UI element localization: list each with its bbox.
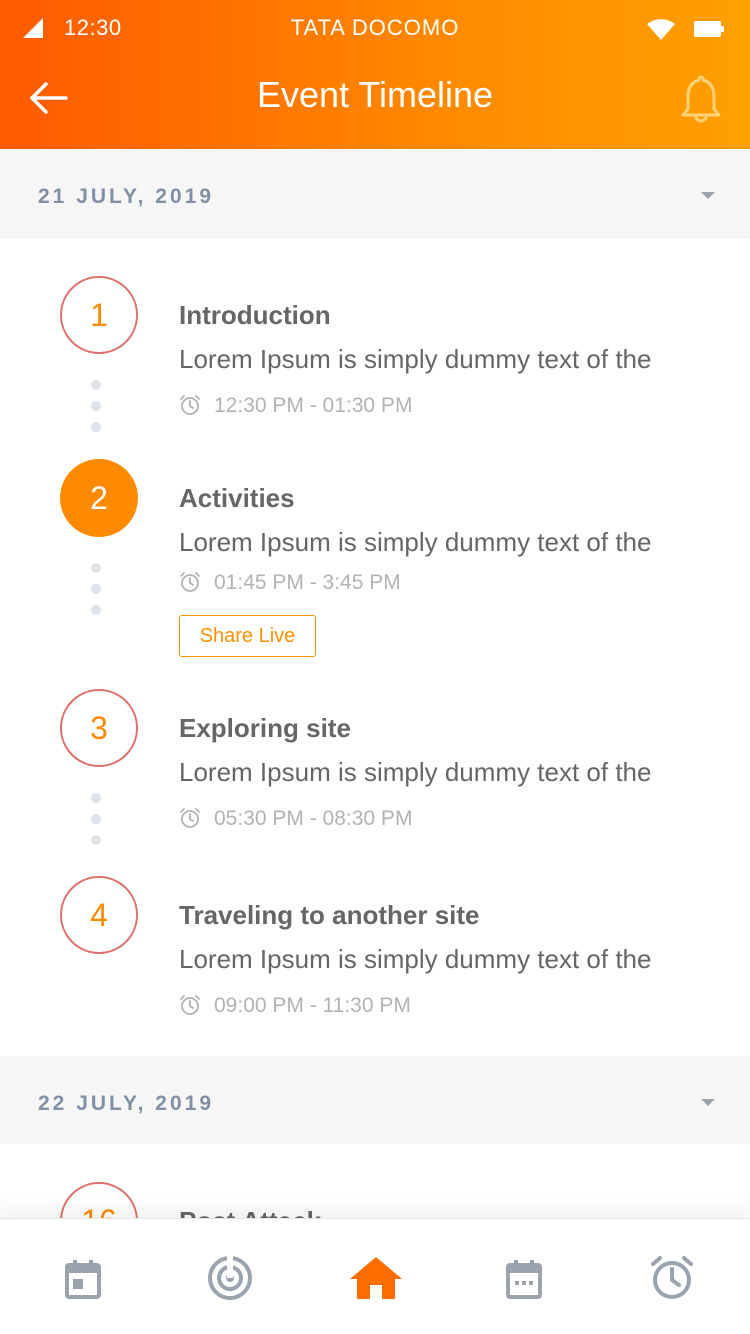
chevron-down-icon[interactable]	[699, 189, 717, 201]
bell-icon[interactable]	[679, 73, 723, 125]
alarm-clock-icon	[180, 995, 200, 1015]
nav-item-home[interactable]	[301, 1219, 451, 1334]
nav-item-calendar-day[interactable]	[8, 1219, 158, 1334]
calendar-icon	[506, 1260, 542, 1299]
chevron-down-icon[interactable]	[699, 1096, 717, 1108]
alarm-clock-icon	[180, 572, 200, 592]
calendar-day-icon	[65, 1260, 101, 1299]
step-number: 2	[60, 459, 138, 537]
step-number: 1	[60, 276, 138, 354]
radar-icon	[208, 1255, 252, 1300]
event-time: 09:00 PM - 11:30 PM	[214, 994, 411, 1017]
event-title: Activities	[179, 483, 295, 513]
event-description: Lorem Ipsum is simply dummy text of the	[179, 944, 652, 974]
battery-icon	[694, 21, 724, 37]
nav-item-alarm[interactable]	[597, 1219, 747, 1334]
carrier-name: TATA DOCOMO	[290, 15, 460, 40]
event-time: 12:30 PM - 01:30 PM	[214, 394, 413, 417]
app-header: 12:30 TATA DOCOMO Event Timeline	[0, 0, 750, 149]
event-title: Exploring site	[179, 713, 351, 743]
step-number: 3	[60, 689, 138, 767]
event-time: 05:30 PM - 08:30 PM	[214, 807, 413, 830]
status-bar: 12:30 TATA DOCOMO	[0, 0, 750, 56]
timeline-connector	[91, 793, 101, 856]
bottom-navigation	[0, 1218, 750, 1334]
date-label: 22 JULY, 2019	[38, 1092, 215, 1115]
date-section-header[interactable]: 22 JULY, 2019	[0, 1056, 750, 1144]
nav-item-calendar[interactable]	[449, 1219, 599, 1334]
timeline-connector	[91, 563, 101, 626]
alarm-clock-icon	[180, 808, 200, 828]
date-section-header[interactable]: 21 JULY, 2019	[0, 149, 750, 239]
date-label: 21 JULY, 2019	[38, 185, 215, 208]
home-icon	[350, 1257, 402, 1299]
timeline-connector	[91, 380, 101, 443]
event-title: Traveling to another site	[179, 900, 480, 930]
step-number: 4	[60, 876, 138, 954]
event-title: Introduction	[179, 300, 331, 330]
wifi-icon	[647, 19, 675, 40]
share-live-button[interactable]: Share Live	[179, 615, 316, 657]
alarm-clock-icon	[180, 395, 200, 415]
alarm-clock-icon	[651, 1256, 693, 1299]
event-description: Lorem Ipsum is simply dummy text of the	[179, 344, 652, 374]
event-time: 01:45 PM - 3:45 PM	[214, 571, 401, 594]
event-description: Lorem Ipsum is simply dummy text of the	[179, 757, 652, 787]
nav-item-radar[interactable]	[155, 1219, 305, 1334]
event-description: Lorem Ipsum is simply dummy text of the	[179, 527, 652, 557]
page-title: Event Timeline	[256, 74, 494, 115]
